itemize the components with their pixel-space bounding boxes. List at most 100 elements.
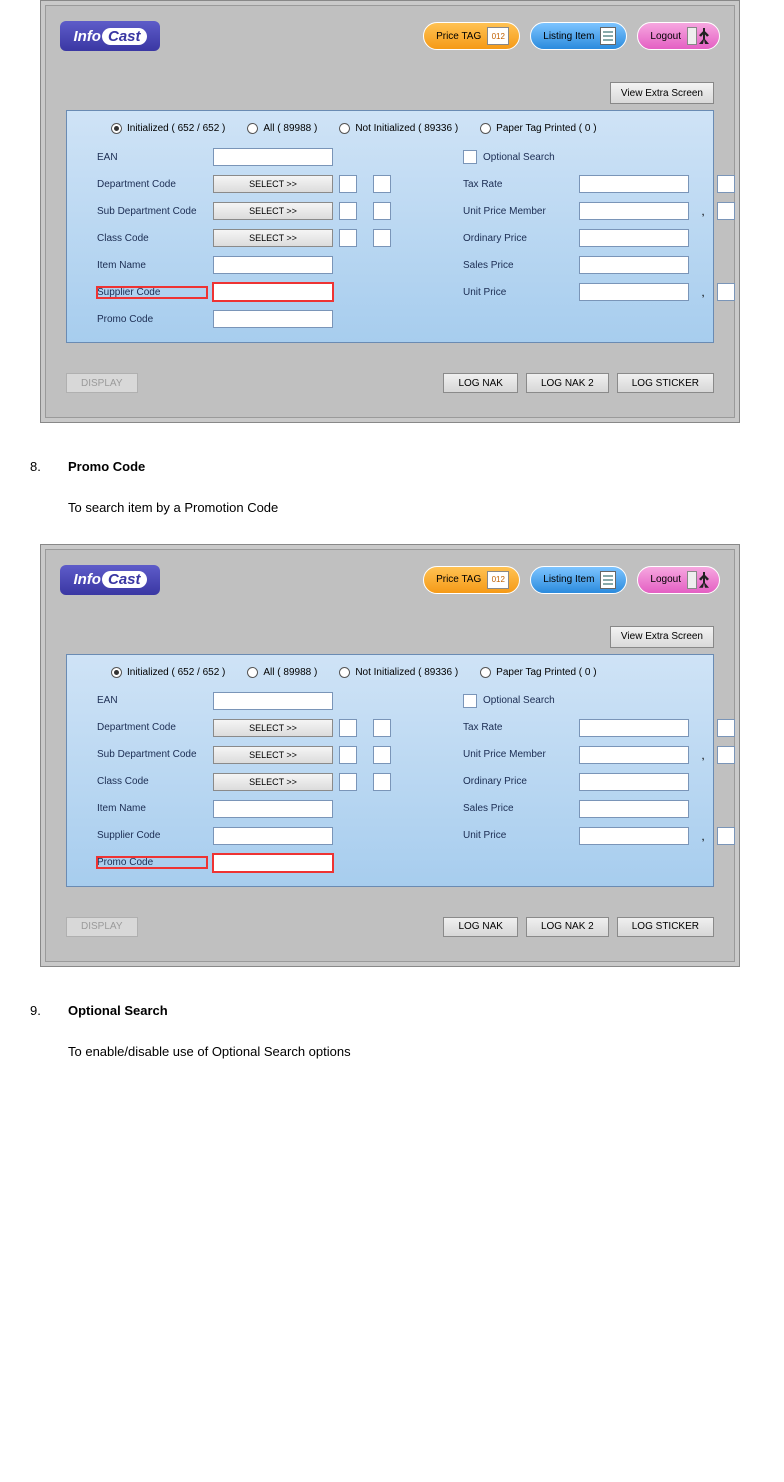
unit-dec[interactable] — [717, 827, 735, 845]
subdept-select-button[interactable]: SELECT >> — [213, 746, 333, 764]
promo-label: Promo Code — [97, 314, 207, 325]
price-tag-button[interactable]: Price TAG 012 — [423, 22, 520, 50]
section-9-title: Optional Search — [68, 999, 168, 1022]
app-window: InfoCast Price TAG 012 Listing Item Logo… — [45, 549, 735, 962]
comma-separator: , — [695, 202, 711, 220]
ean-input[interactable] — [213, 148, 333, 166]
dept-code-box2[interactable] — [373, 719, 391, 737]
display-button[interactable]: DISPLAY — [66, 373, 138, 393]
item-input[interactable] — [213, 256, 333, 274]
radio-paper-tag-label: Paper Tag Printed ( 0 ) — [496, 123, 596, 134]
log-sticker-button[interactable]: LOG STICKER — [617, 917, 714, 937]
unit-input[interactable] — [579, 827, 689, 845]
taxrate-label: Tax Rate — [463, 179, 573, 190]
listing-item-button[interactable]: Listing Item — [530, 22, 627, 50]
taxrate-dropdown-icon[interactable] — [717, 175, 735, 193]
radio-not-initialized[interactable]: Not Initialized ( 89336 ) — [339, 123, 458, 134]
subdept-code-box2[interactable] — [373, 746, 391, 764]
radio-strip: Initialized ( 652 / 652 ) All ( 89988 ) … — [67, 655, 713, 688]
bottom-button-row: DISPLAY LOG NAK LOG NAK 2 LOG STICKER — [66, 917, 714, 937]
exit-icon — [687, 27, 709, 45]
radio-dot-icon — [247, 667, 258, 678]
logo-part1: Info — [73, 28, 101, 45]
item-input[interactable] — [213, 800, 333, 818]
ean-label: EAN — [97, 152, 207, 163]
header-row: InfoCast Price TAG 012 Listing Item Logo… — [60, 562, 720, 598]
listing-item-button[interactable]: Listing Item — [530, 566, 627, 594]
promo-input[interactable] — [213, 310, 333, 328]
unit-member-dec[interactable] — [717, 202, 735, 220]
radio-initialized[interactable]: Initialized ( 652 / 652 ) — [111, 123, 225, 134]
ordinary-input[interactable] — [579, 229, 689, 247]
sales-label: Sales Price — [463, 260, 573, 271]
class-select-button[interactable]: SELECT >> — [213, 773, 333, 791]
dept-code-box2[interactable] — [373, 175, 391, 193]
dept-select-button[interactable]: SELECT >> — [213, 719, 333, 737]
unit-member-input[interactable] — [579, 202, 689, 220]
display-button[interactable]: DISPLAY — [66, 917, 138, 937]
log-nak2-button[interactable]: LOG NAK 2 — [526, 373, 609, 393]
price-tag-button[interactable]: Price TAG 012 — [423, 566, 520, 594]
subdept-code-box1[interactable] — [339, 202, 357, 220]
ordinary-label: Ordinary Price — [463, 776, 573, 787]
unit-label: Unit Price — [463, 287, 573, 298]
class-code-box2[interactable] — [373, 229, 391, 247]
subdept-select-button[interactable]: SELECT >> — [213, 202, 333, 220]
dept-code-box1[interactable] — [339, 719, 357, 737]
supplier-input[interactable] — [213, 827, 333, 845]
log-sticker-button[interactable]: LOG STICKER — [617, 373, 714, 393]
optional-search-label: Optional Search — [483, 695, 555, 706]
taxrate-input[interactable] — [579, 719, 689, 737]
logout-button[interactable]: Logout — [637, 22, 720, 50]
unit-dec[interactable] — [717, 283, 735, 301]
section-9-number: 9. — [30, 999, 48, 1022]
view-extra-screen-button[interactable]: View Extra Screen — [610, 626, 714, 648]
subdept-code-box2[interactable] — [373, 202, 391, 220]
radio-initialized-label: Initialized ( 652 / 652 ) — [127, 667, 225, 678]
taxrate-input[interactable] — [579, 175, 689, 193]
radio-not-initialized-label: Not Initialized ( 89336 ) — [355, 123, 458, 134]
logout-button[interactable]: Logout — [637, 566, 720, 594]
radio-all[interactable]: All ( 89988 ) — [247, 123, 317, 134]
log-nak-button[interactable]: LOG NAK — [443, 373, 517, 393]
class-label: Class Code — [97, 776, 207, 787]
log-nak-button[interactable]: LOG NAK — [443, 917, 517, 937]
optional-search-label: Optional Search — [483, 152, 555, 163]
radio-initialized[interactable]: Initialized ( 652 / 652 ) — [111, 667, 225, 678]
ordinary-input[interactable] — [579, 773, 689, 791]
radio-all-label: All ( 89988 ) — [263, 667, 317, 678]
unit-member-dec[interactable] — [717, 746, 735, 764]
ean-input[interactable] — [213, 692, 333, 710]
radio-dot-icon — [480, 123, 491, 134]
class-code-box1[interactable] — [339, 773, 357, 791]
ordinary-label: Ordinary Price — [463, 233, 573, 244]
dept-select-button[interactable]: SELECT >> — [213, 175, 333, 193]
price-tag-012-icon: 012 — [487, 571, 509, 589]
class-select-button[interactable]: SELECT >> — [213, 229, 333, 247]
sales-input[interactable] — [579, 256, 689, 274]
optional-search-checkbox[interactable] — [463, 150, 477, 164]
taxrate-dropdown-icon[interactable] — [717, 719, 735, 737]
sales-input[interactable] — [579, 800, 689, 818]
ean-label: EAN — [97, 695, 207, 706]
unit-member-input[interactable] — [579, 746, 689, 764]
subdept-code-box1[interactable] — [339, 746, 357, 764]
comma-separator: , — [695, 746, 711, 764]
radio-dot-icon — [339, 123, 350, 134]
optional-search-checkbox[interactable] — [463, 694, 477, 708]
radio-not-initialized[interactable]: Not Initialized ( 89336 ) — [339, 667, 458, 678]
class-code-box2[interactable] — [373, 773, 391, 791]
radio-paper-tag[interactable]: Paper Tag Printed ( 0 ) — [480, 123, 596, 134]
promo-input[interactable] — [213, 854, 333, 872]
item-label: Item Name — [97, 260, 207, 271]
radio-all[interactable]: All ( 89988 ) — [247, 667, 317, 678]
aux-row: View Extra Screen — [60, 626, 714, 648]
log-nak2-button[interactable]: LOG NAK 2 — [526, 917, 609, 937]
radio-paper-tag[interactable]: Paper Tag Printed ( 0 ) — [480, 667, 596, 678]
supplier-input[interactable] — [213, 283, 333, 301]
class-code-box1[interactable] — [339, 229, 357, 247]
app-window: InfoCast Price TAG 012 Listing Item Logo… — [45, 5, 735, 418]
unit-input[interactable] — [579, 283, 689, 301]
view-extra-screen-button[interactable]: View Extra Screen — [610, 82, 714, 104]
dept-code-box1[interactable] — [339, 175, 357, 193]
